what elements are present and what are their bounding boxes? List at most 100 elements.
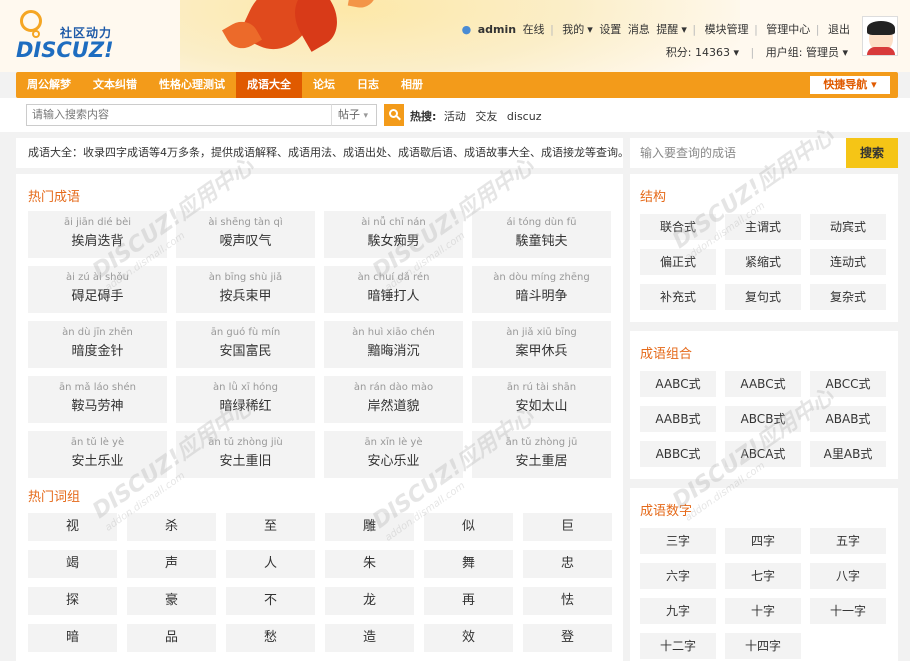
idiom-search-button[interactable]: 搜索 (846, 138, 898, 168)
structure-item[interactable]: 联合式 (640, 214, 716, 240)
nav-item-personality-test[interactable]: 性格心理测试 (148, 72, 236, 98)
combo-item[interactable]: ABCB式 (725, 406, 801, 432)
idiom-card[interactable]: ài zú ài shǒu 碍足碍手 (28, 266, 167, 313)
idiom-card[interactable]: ài shēng tàn qì 嗳声叹气 (176, 211, 315, 258)
idiom-card[interactable]: ān mǎ láo shén 鞍马劳神 (28, 376, 167, 423)
usergroup-link[interactable]: 用户组: 管理员 (766, 46, 839, 59)
word-chip[interactable]: 再 (424, 587, 513, 615)
word-chip[interactable]: 怯 (523, 587, 612, 615)
word-chip[interactable]: 巨 (523, 513, 612, 541)
word-chip[interactable]: 造 (325, 624, 414, 652)
points-link[interactable]: 积分: 14363 (666, 46, 730, 59)
word-chip[interactable]: 舞 (424, 550, 513, 578)
nav-item-idioms[interactable]: 成语大全 (236, 72, 302, 98)
nav-admin-center[interactable]: 管理中心 (766, 23, 810, 36)
idiom-card[interactable]: àn chuí dǎ rén 暗锤打人 (324, 266, 463, 313)
word-chip[interactable]: 视 (28, 513, 117, 541)
hot-search-term[interactable]: discuz (507, 110, 542, 123)
nav-reminders[interactable]: 提醒 (656, 23, 678, 36)
combo-item[interactable]: A里AB式 (810, 441, 886, 467)
numbers-item[interactable]: 十一字 (810, 598, 886, 624)
structure-item[interactable]: 紧缩式 (725, 249, 801, 275)
numbers-item[interactable]: 六字 (640, 563, 716, 589)
idiom-card[interactable]: āi jiān dié bèi 挨肩迭背 (28, 211, 167, 258)
structure-item[interactable]: 复杂式 (810, 284, 886, 310)
username-link[interactable]: admin (478, 23, 516, 36)
word-chip[interactable]: 雕 (325, 513, 414, 541)
word-chip[interactable]: 杀 (127, 513, 216, 541)
numbers-item[interactable]: 九字 (640, 598, 716, 624)
nav-module-admin[interactable]: 模块管理 (705, 23, 749, 36)
word-chip[interactable]: 探 (28, 587, 117, 615)
idiom-card[interactable]: àn huì xiāo chén 黯晦消沉 (324, 321, 463, 368)
structure-item[interactable]: 主谓式 (725, 214, 801, 240)
numbers-item[interactable]: 七字 (725, 563, 801, 589)
combo-item[interactable]: ABCA式 (725, 441, 801, 467)
numbers-item[interactable]: 十字 (725, 598, 801, 624)
numbers-item[interactable]: 十四字 (725, 633, 801, 659)
idiom-card[interactable]: ài nǚ chī nán 騃女痴男 (324, 211, 463, 258)
idiom-card[interactable]: ān tǔ zhòng jū 安土重居 (472, 431, 611, 478)
numbers-item[interactable]: 八字 (810, 563, 886, 589)
nav-item-proofread[interactable]: 文本纠错 (82, 72, 148, 98)
word-chip[interactable]: 龙 (325, 587, 414, 615)
idiom-search-input[interactable]: 输入要查询的成语 (630, 138, 846, 168)
word-chip[interactable]: 登 (523, 624, 612, 652)
word-chip[interactable]: 效 (424, 624, 513, 652)
site-logo[interactable]: 社区动力 DISCUZ! (16, 10, 126, 62)
word-chip[interactable]: 至 (226, 513, 315, 541)
word-chip[interactable]: 品 (127, 624, 216, 652)
word-chip[interactable]: 忠 (523, 550, 612, 578)
idiom-card[interactable]: ān rú tài shān 安如太山 (472, 376, 611, 423)
word-chip[interactable]: 愁 (226, 624, 315, 652)
idiom-card[interactable]: ān tǔ lè yè 安土乐业 (28, 431, 167, 478)
combo-item[interactable]: ABCC式 (810, 371, 886, 397)
nav-messages[interactable]: 消息 (628, 23, 650, 36)
idiom-card[interactable]: ān xīn lè yè 安心乐业 (324, 431, 463, 478)
idiom-card[interactable]: àn dù jīn zhēn 暗度金针 (28, 321, 167, 368)
structure-item[interactable]: 动宾式 (810, 214, 886, 240)
word-chip[interactable]: 声 (127, 550, 216, 578)
idiom-card[interactable]: àn rán dào mào 岸然道貌 (324, 376, 463, 423)
numbers-item[interactable]: 三字 (640, 528, 716, 554)
online-status[interactable]: 在线 (523, 23, 545, 36)
quick-nav-button[interactable]: 快捷导航 ▾ (810, 76, 890, 94)
idiom-card[interactable]: àn jiǎ xiū bīng 案甲休兵 (472, 321, 611, 368)
numbers-item[interactable]: 四字 (725, 528, 801, 554)
combo-item[interactable]: AABC式 (640, 371, 716, 397)
combo-item[interactable]: ABBC式 (640, 441, 716, 467)
nav-item-blog[interactable]: 日志 (346, 72, 390, 98)
hot-search-term[interactable]: 交友 (475, 110, 497, 123)
word-chip[interactable]: 朱 (325, 550, 414, 578)
idiom-card[interactable]: ān tǔ zhòng jiù 安土重旧 (176, 431, 315, 478)
idiom-card[interactable]: àn dòu míng zhēng 暗斗明争 (472, 266, 611, 313)
avatar[interactable] (862, 16, 898, 56)
search-type-select[interactable]: 帖子 ▾ (331, 104, 377, 126)
word-chip[interactable]: 暗 (28, 624, 117, 652)
hot-search-term[interactable]: 活动 (444, 110, 466, 123)
nav-settings[interactable]: 设置 (599, 23, 621, 36)
word-chip[interactable]: 不 (226, 587, 315, 615)
nav-item-dream[interactable]: 周公解梦 (16, 72, 82, 98)
nav-logout[interactable]: 退出 (828, 23, 850, 36)
search-button[interactable] (384, 104, 404, 126)
word-chip[interactable]: 似 (424, 513, 513, 541)
structure-item[interactable]: 连动式 (810, 249, 886, 275)
word-chip[interactable]: 人 (226, 550, 315, 578)
numbers-item[interactable]: 十二字 (640, 633, 716, 659)
word-chip[interactable]: 豪 (127, 587, 216, 615)
nav-item-album[interactable]: 相册 (390, 72, 434, 98)
idiom-card[interactable]: ái tóng dùn fū 騃童钝夫 (472, 211, 611, 258)
structure-item[interactable]: 补充式 (640, 284, 716, 310)
structure-item[interactable]: 复句式 (725, 284, 801, 310)
word-chip[interactable]: 竭 (28, 550, 117, 578)
nav-item-forum[interactable]: 论坛 (302, 72, 346, 98)
structure-item[interactable]: 偏正式 (640, 249, 716, 275)
idiom-card[interactable]: ān guó fù mín 安国富民 (176, 321, 315, 368)
numbers-item[interactable]: 五字 (810, 528, 886, 554)
idiom-card[interactable]: àn lǜ xī hóng 暗绿稀红 (176, 376, 315, 423)
combo-item[interactable]: ABAB式 (810, 406, 886, 432)
combo-item[interactable]: AABB式 (640, 406, 716, 432)
nav-my[interactable]: 我的 (562, 23, 584, 36)
combo-item[interactable]: AABC式 (725, 371, 801, 397)
